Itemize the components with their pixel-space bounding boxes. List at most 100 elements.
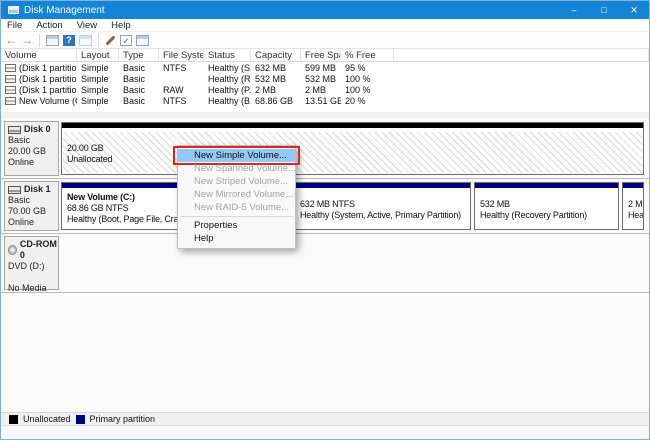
back-icon[interactable]: ← [5,34,17,46]
volume-icon [5,86,16,94]
cell-layout: Simple [77,85,119,95]
disk-status: No Media [8,283,58,294]
menu-item-new-spanned-volume[interactable]: New Spanned Volume... [178,162,295,175]
cell-status: Healthy (B... [204,96,251,106]
partition-small[interactable]: 2 MB Healthy [622,182,644,230]
cell-capacity: 2 MB [251,85,301,95]
menu-item-new-striped-volume[interactable]: New Striped Volume... [178,175,295,188]
console-tree-icon[interactable] [46,35,59,46]
partition-size: 532 MB [480,199,618,210]
toolbar: ← → ? ✓ [1,32,649,49]
table-row[interactable]: (Disk 1 partition 4) Simple Basic RAW He… [1,84,649,95]
action-tool-icon[interactable] [105,35,116,46]
partition-status: Healthy [628,210,643,221]
col-type[interactable]: Type [119,49,159,61]
check-icon[interactable]: ✓ [120,35,132,46]
cell-pct: 100 % [341,85,394,95]
window-icon[interactable] [136,35,149,46]
menu-item-new-mirrored-volume[interactable]: New Mirrored Volume... [178,188,295,201]
col-layout[interactable]: Layout [77,49,119,61]
col-free-space[interactable]: Free Spa... [301,49,341,61]
legend-bar: Unallocated Primary partition [1,412,649,425]
disk-management-window: Disk Management – □ ✕ File Action View H… [0,0,650,440]
partition-system[interactable]: 632 MB NTFS Healthy (System, Active, Pri… [294,182,471,230]
cell-fs: NTFS [159,96,204,106]
col-pct-free[interactable]: % Free [341,49,394,61]
cdrom-0-row: CD-ROM 0 DVD (D:) No Media [1,235,649,293]
primary-partition-strip [475,183,618,190]
cell-status: Healthy (R... [204,74,251,84]
primary-partition-swatch [76,415,85,424]
col-file-system[interactable]: File System [159,49,204,61]
cell-fs: RAW [159,85,204,95]
menu-action[interactable]: Action [36,20,62,31]
menu-view[interactable]: View [77,20,97,31]
col-capacity[interactable]: Capacity [251,49,301,61]
graphical-view-pane: Disk 0 Basic 20.00 GB Online 20.00 GB Un… [1,118,649,412]
primary-partition-strip [623,183,643,190]
col-status[interactable]: Status [204,49,251,61]
disk-1-row: Disk 1 Basic 70.00 GB Online New Volume … [1,180,649,234]
table-row[interactable]: New Volume (C:) Simple Basic NTFS Health… [1,95,649,106]
col-volume[interactable]: Volume [1,49,77,61]
disk-0-label[interactable]: Disk 0 Basic 20.00 GB Online [4,121,59,176]
cell-free: 599 MB [301,63,341,73]
cell-capacity: 532 MB [251,74,301,84]
partition-recovery[interactable]: 532 MB Healthy (Recovery Partition) [474,182,619,230]
minimize-button[interactable]: – [559,1,589,19]
menu-separator [180,216,293,217]
disk-name: Disk 0 [24,124,51,135]
close-button[interactable]: ✕ [619,1,649,19]
disk-0-row: Disk 0 Basic 20.00 GB Online 20.00 GB Un… [1,120,649,179]
cdrom-0-label[interactable]: CD-ROM 0 DVD (D:) No Media [4,236,59,290]
col-filler [394,49,649,61]
menu-bar: File Action View Help [1,19,649,32]
disk-kind: DVD (D:) [8,261,58,272]
cell-type: Basic [119,96,159,106]
hard-disk-icon [8,126,21,134]
partition-status: Healthy (Recovery Partition) [480,210,618,221]
forward-icon[interactable]: → [21,34,33,46]
export-list-icon[interactable] [79,35,92,46]
maximize-button[interactable]: □ [589,1,619,19]
title-bar[interactable]: Disk Management – □ ✕ [1,1,649,19]
cell-free: 532 MB [301,74,341,84]
menu-item-properties[interactable]: Properties [178,219,295,232]
hard-disk-icon [8,186,21,194]
status-bar [1,425,649,440]
cd-rom-icon [8,245,17,255]
cell-fs: NTFS [159,63,204,73]
cell-type: Basic [119,85,159,95]
menu-item-new-simple-volume[interactable]: New Simple Volume... [178,149,295,162]
window-title: Disk Management [24,5,105,16]
region-size: 20.00 GB [67,143,643,154]
primary-partition-strip [295,183,470,190]
cell-status: Healthy (S... [204,63,251,73]
volume-icon [5,64,16,72]
volume-name: New Volume (C:) [19,96,77,106]
disk-0-bar: 20.00 GB Unallocated [61,122,644,175]
partition-status: Healthy (System, Active, Primary Partiti… [300,210,470,221]
help-icon[interactable]: ? [63,35,75,46]
disk-1-label[interactable]: Disk 1 Basic 70.00 GB Online [4,181,59,231]
unallocated-swatch [9,415,18,424]
table-row[interactable]: (Disk 1 partition 2) Simple Basic NTFS H… [1,62,649,73]
table-row[interactable]: (Disk 1 partition 3) Simple Basic Health… [1,73,649,84]
cell-free: 2 MB [301,85,341,95]
cell-pct: 95 % [341,63,394,73]
context-menu: New Simple Volume... New Spanned Volume.… [177,145,296,249]
menu-item-help[interactable]: Help [178,232,295,245]
cell-pct: 100 % [341,74,394,84]
volume-name: (Disk 1 partition 3) [19,74,77,84]
menu-item-new-raid5-volume[interactable]: New RAID-5 Volume... [178,201,295,214]
cell-capacity: 68.86 GB [251,96,301,106]
disk-1-bar: New Volume (C:) 68.86 GB NTFS Healthy (B… [61,182,644,230]
volume-name: (Disk 1 partition 2) [19,63,77,73]
cell-pct: 20 % [341,96,394,106]
menu-help[interactable]: Help [111,20,131,31]
disk-status: Online [8,217,58,228]
menu-item-label: New Simple Volume... [194,150,287,161]
volume-icon [5,75,16,83]
disk-0-unallocated-region[interactable]: 20.00 GB Unallocated [61,122,644,175]
menu-file[interactable]: File [7,20,22,31]
